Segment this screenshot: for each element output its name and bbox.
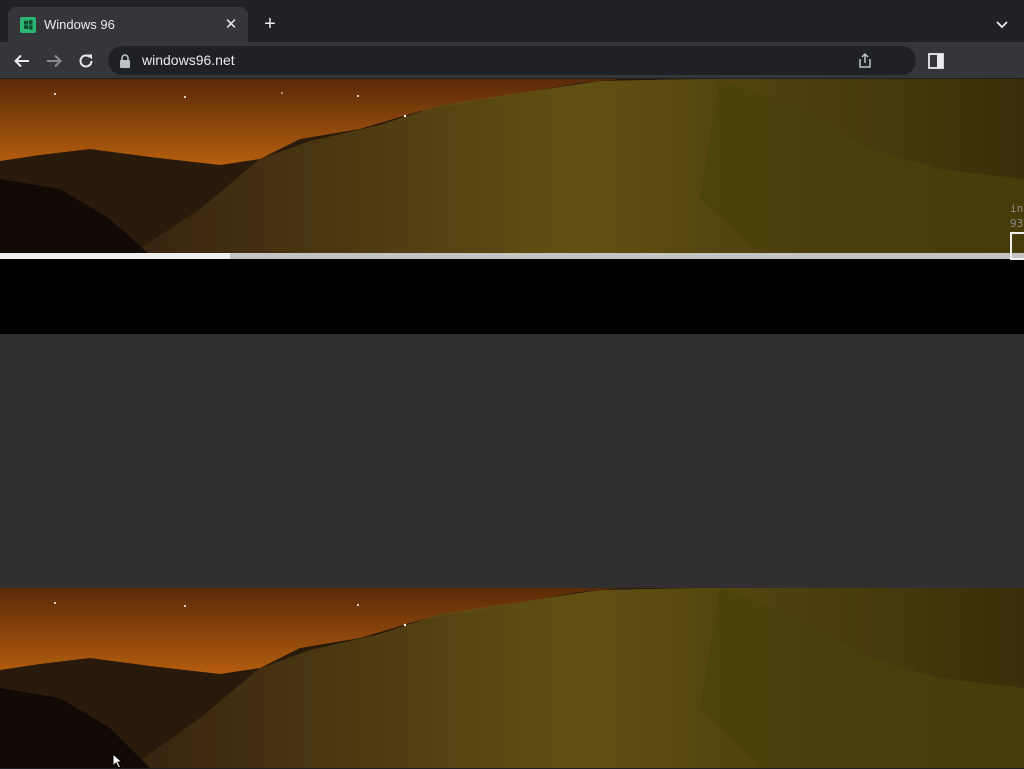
reload-button[interactable] bbox=[73, 48, 99, 74]
lock-icon[interactable] bbox=[119, 54, 131, 68]
mouse-cursor-icon bbox=[112, 753, 124, 769]
page-content: in 93 bbox=[0, 79, 1024, 768]
desktop-wallpaper-top bbox=[0, 79, 1024, 255]
reload-icon bbox=[79, 54, 93, 68]
tab-windows96[interactable]: Windows 96 ✕ bbox=[8, 7, 248, 42]
forward-arrow-icon bbox=[47, 54, 62, 68]
address-bar[interactable]: windows96.net bbox=[108, 46, 916, 75]
desktop-wallpaper-bottom bbox=[0, 588, 1024, 768]
tab-title: Windows 96 bbox=[44, 17, 115, 32]
forward-button[interactable] bbox=[41, 48, 67, 74]
back-arrow-icon bbox=[14, 54, 29, 68]
windows96-logo-icon bbox=[20, 17, 36, 33]
tab-strip: Windows 96 ✕ + bbox=[0, 0, 1024, 42]
clock-text: in 93 bbox=[1010, 202, 1024, 230]
browser-toolbar: windows96.net bbox=[0, 42, 1024, 79]
url-text[interactable]: windows96.net bbox=[142, 52, 235, 69]
share-icon[interactable] bbox=[856, 52, 874, 70]
side-panel-icon[interactable] bbox=[926, 51, 946, 71]
blank-area bbox=[0, 334, 1024, 588]
start-button-area[interactable] bbox=[0, 253, 230, 259]
system-tray-box[interactable] bbox=[1010, 232, 1024, 260]
tab-search-chevron-icon[interactable] bbox=[990, 14, 1014, 36]
back-button[interactable] bbox=[9, 48, 35, 74]
new-tab-button[interactable]: + bbox=[258, 13, 282, 37]
tab-close-icon[interactable]: ✕ bbox=[222, 16, 240, 34]
